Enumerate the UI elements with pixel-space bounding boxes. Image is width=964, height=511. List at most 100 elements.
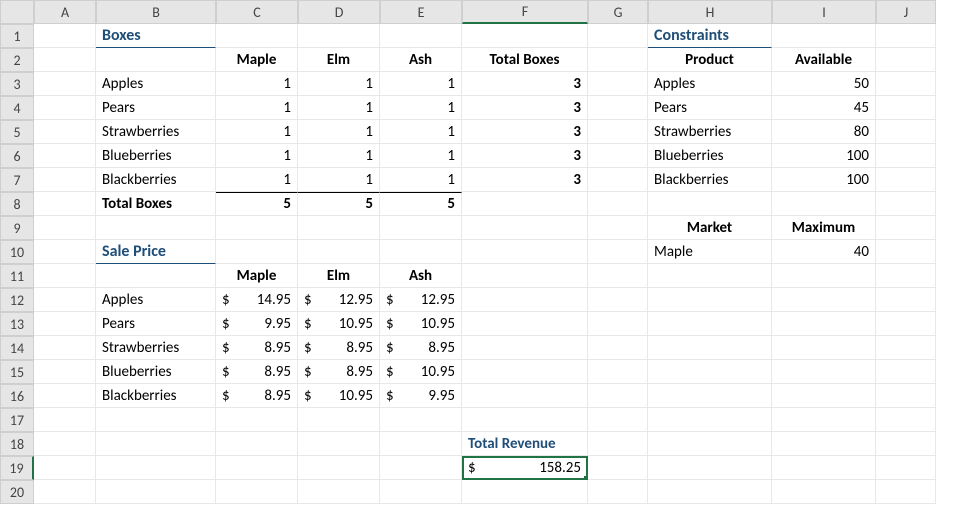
cell-A7[interactable] xyxy=(34,168,96,192)
cell-J5[interactable] xyxy=(876,120,936,144)
cell-G20[interactable] xyxy=(588,480,648,504)
col-header-J[interactable]: J xyxy=(876,0,936,24)
cell-H5[interactable]: Strawberries xyxy=(648,120,772,144)
row-header-3[interactable]: 3 xyxy=(0,72,34,96)
cell-A15[interactable] xyxy=(34,360,96,384)
row-header-18[interactable]: 18 xyxy=(0,432,34,456)
cell-F9[interactable] xyxy=(462,216,588,240)
cell-H18[interactable] xyxy=(648,432,772,456)
row-header-2[interactable]: 2 xyxy=(0,48,34,72)
cell-F20[interactable] xyxy=(462,480,588,504)
col-header-A[interactable]: A xyxy=(34,0,96,24)
row-header-11[interactable]: 11 xyxy=(0,264,34,288)
cell-I16[interactable] xyxy=(772,384,876,408)
cell-C1[interactable] xyxy=(216,24,298,48)
cell-I12[interactable] xyxy=(772,288,876,312)
cell-J13[interactable] xyxy=(876,312,936,336)
cell-C10[interactable] xyxy=(216,240,298,264)
cell-B15[interactable]: Blueberries xyxy=(96,360,216,384)
cell-H7[interactable]: Blackberries xyxy=(648,168,772,192)
cell-F3[interactable]: 3 xyxy=(462,72,588,96)
cell-G7[interactable] xyxy=(588,168,648,192)
cell-A18[interactable] xyxy=(34,432,96,456)
cell-J7[interactable] xyxy=(876,168,936,192)
cell-H2[interactable]: Product xyxy=(648,48,772,72)
cell-E15[interactable]: $10.95 xyxy=(380,360,462,384)
cell-D10[interactable] xyxy=(298,240,380,264)
col-header-G[interactable]: G xyxy=(588,0,648,24)
cell-D9[interactable] xyxy=(298,216,380,240)
cell-C17[interactable] xyxy=(216,408,298,432)
cell-H4[interactable]: Pears xyxy=(648,96,772,120)
row-header-6[interactable]: 6 xyxy=(0,144,34,168)
cell-E14[interactable]: $8.95 xyxy=(380,336,462,360)
cell-I18[interactable] xyxy=(772,432,876,456)
cell-H1[interactable]: Constraints xyxy=(648,24,772,48)
cell-J10[interactable] xyxy=(876,240,936,264)
cell-E17[interactable] xyxy=(380,408,462,432)
cell-J11[interactable] xyxy=(876,264,936,288)
cell-F7[interactable]: 3 xyxy=(462,168,588,192)
col-header-D[interactable]: D xyxy=(298,0,380,24)
cell-C20[interactable] xyxy=(216,480,298,504)
cell-E1[interactable] xyxy=(380,24,462,48)
row-header-14[interactable]: 14 xyxy=(0,336,34,360)
cell-G4[interactable] xyxy=(588,96,648,120)
cell-B1[interactable]: Boxes xyxy=(96,24,216,48)
cell-J18[interactable] xyxy=(876,432,936,456)
cell-A5[interactable] xyxy=(34,120,96,144)
cell-A12[interactable] xyxy=(34,288,96,312)
cell-J9[interactable] xyxy=(876,216,936,240)
col-header-B[interactable]: B xyxy=(96,0,216,24)
cell-J12[interactable] xyxy=(876,288,936,312)
cell-C13[interactable]: $9.95 xyxy=(216,312,298,336)
cell-B6[interactable]: Blueberries xyxy=(96,144,216,168)
cell-J15[interactable] xyxy=(876,360,936,384)
cell-J6[interactable] xyxy=(876,144,936,168)
cell-H12[interactable] xyxy=(648,288,772,312)
cell-F8[interactable] xyxy=(462,192,588,216)
cell-G2[interactable] xyxy=(588,48,648,72)
cell-H9[interactable]: Market xyxy=(648,216,772,240)
cell-A4[interactable] xyxy=(34,96,96,120)
cell-J17[interactable] xyxy=(876,408,936,432)
col-header-H[interactable]: H xyxy=(648,0,772,24)
cell-F14[interactable] xyxy=(462,336,588,360)
cell-G12[interactable] xyxy=(588,288,648,312)
cell-E19[interactable] xyxy=(380,456,462,480)
cell-C15[interactable]: $8.95 xyxy=(216,360,298,384)
cell-B19[interactable] xyxy=(96,456,216,480)
cell-A10[interactable] xyxy=(34,240,96,264)
cell-C5[interactable]: 1 xyxy=(216,120,298,144)
cell-E9[interactable] xyxy=(380,216,462,240)
cell-F4[interactable]: 3 xyxy=(462,96,588,120)
cell-J4[interactable] xyxy=(876,96,936,120)
cell-A14[interactable] xyxy=(34,336,96,360)
cell-H6[interactable]: Blueberries xyxy=(648,144,772,168)
cell-C6[interactable]: 1 xyxy=(216,144,298,168)
cell-I11[interactable] xyxy=(772,264,876,288)
select-all-corner[interactable] xyxy=(0,0,34,24)
spreadsheet-grid[interactable]: ABCDEFGHIJ1BoxesConstraints2MapleElmAshT… xyxy=(0,0,964,504)
cell-H8[interactable] xyxy=(648,192,772,216)
cell-G16[interactable] xyxy=(588,384,648,408)
cell-F13[interactable] xyxy=(462,312,588,336)
col-header-I[interactable]: I xyxy=(772,0,876,24)
cell-E18[interactable] xyxy=(380,432,462,456)
cell-D15[interactable]: $8.95 xyxy=(298,360,380,384)
cell-G1[interactable] xyxy=(588,24,648,48)
cell-J8[interactable] xyxy=(876,192,936,216)
col-header-C[interactable]: C xyxy=(216,0,298,24)
cell-F19[interactable]: $158.25 xyxy=(462,456,588,480)
cell-J16[interactable] xyxy=(876,384,936,408)
row-header-17[interactable]: 17 xyxy=(0,408,34,432)
cell-J3[interactable] xyxy=(876,72,936,96)
cell-G13[interactable] xyxy=(588,312,648,336)
cell-D13[interactable]: $10.95 xyxy=(298,312,380,336)
row-header-5[interactable]: 5 xyxy=(0,120,34,144)
cell-E13[interactable]: $10.95 xyxy=(380,312,462,336)
cell-D7[interactable]: 1 xyxy=(298,168,380,192)
cell-H13[interactable] xyxy=(648,312,772,336)
cell-F11[interactable] xyxy=(462,264,588,288)
cell-G6[interactable] xyxy=(588,144,648,168)
